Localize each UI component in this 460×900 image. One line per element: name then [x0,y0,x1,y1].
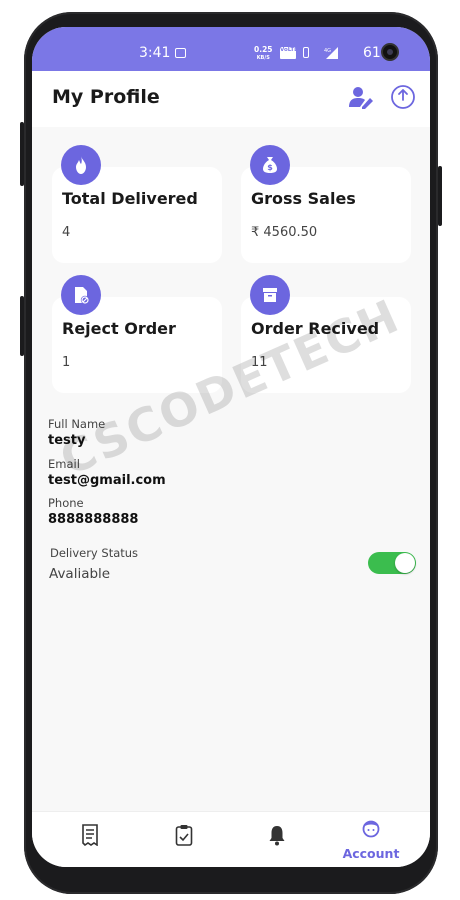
stat-label: Reject Order [62,319,176,338]
front-camera [381,43,399,61]
network-speed-value: 0.25 [254,45,273,54]
signal-icon: 4G [324,47,338,59]
nav-label: Account [342,846,400,861]
signal-label: 4G [324,48,331,54]
network-speed: 0.25 KB/S [254,46,273,62]
network-speed-unit: KB/S [256,55,270,61]
volte-icon: VoLTE [280,47,298,59]
toggle-knob [395,553,415,573]
nav-account[interactable]: Account [326,812,416,867]
nav-orders[interactable] [45,812,135,867]
battery-level: 61 [363,45,381,61]
vibrate-icon [303,47,309,58]
stat-value: 1 [62,355,71,370]
bottom-navigation: Account [32,811,430,867]
bell-icon [269,826,285,846]
nav-notifications[interactable] [232,812,322,867]
stat-label: Gross Sales [251,189,356,208]
fire-icon [61,145,101,185]
gallery-icon [175,48,186,58]
svg-text:$: $ [267,163,273,172]
email-value: test@gmail.com [48,473,166,488]
edit-profile-icon[interactable] [348,85,374,111]
app-header: My Profile [32,71,430,127]
page-title: My Profile [52,86,160,108]
receipt-icon [82,824,98,846]
clipboard-check-icon [175,825,193,846]
delivery-status-label: Delivery Status [50,546,139,560]
side-button [438,166,442,226]
phone-label: Phone [48,496,84,510]
phone-value: 8888888888 [48,512,139,527]
app-screen: 3:41 0.25 KB/S VoLTE 4G 61 My Profile To… [32,27,430,867]
status-bar: 3:41 0.25 KB/S VoLTE 4G 61 [32,27,430,71]
document-cancel-icon [61,275,101,315]
nav-tasks[interactable] [139,812,229,867]
stat-value: 4 [62,225,71,240]
money-bag-icon: $ [250,145,290,185]
stat-label: Total Delivered [62,189,198,208]
delivery-status-value: Avaliable [49,566,111,582]
archive-box-icon [250,275,290,315]
delivery-status-toggle[interactable] [368,552,416,574]
status-time: 3:41 [139,45,171,61]
logout-icon[interactable] [390,84,416,110]
stat-value: ₹ 4560.50 [251,225,318,240]
account-icon [362,820,380,838]
